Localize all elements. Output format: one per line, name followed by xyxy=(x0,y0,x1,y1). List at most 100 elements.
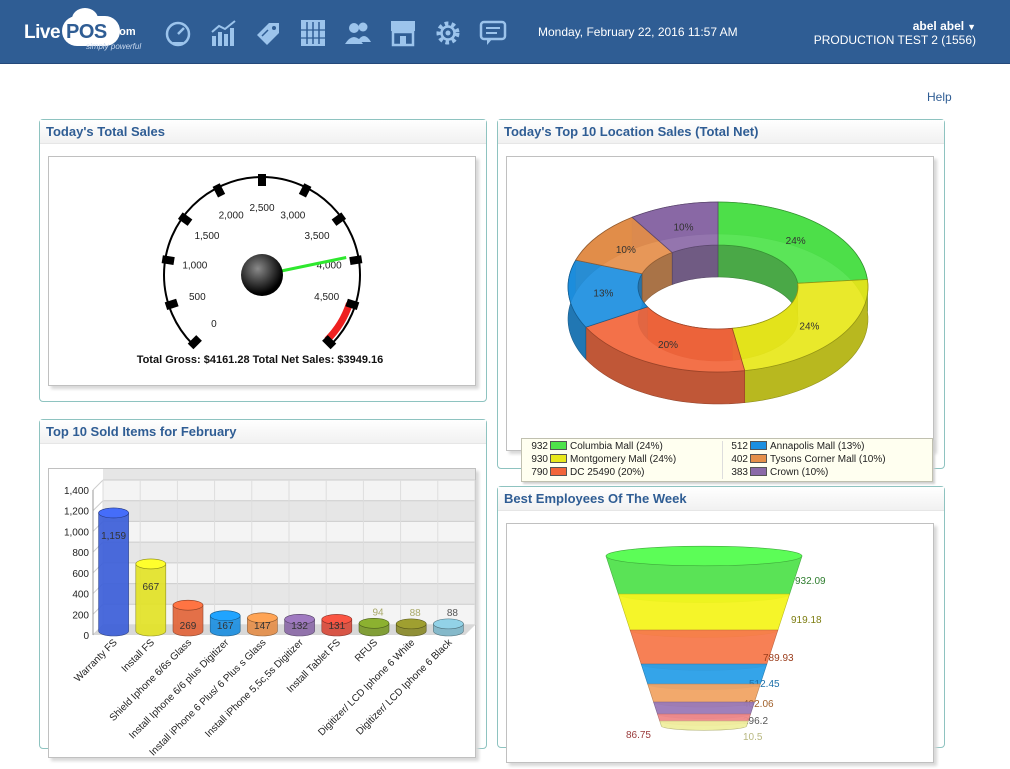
legend-label: Annapolis Mall (13%) xyxy=(770,441,865,452)
legend-swatch xyxy=(550,441,567,450)
pie-slice-inner-wall xyxy=(671,244,719,285)
panel-title: Today's Top 10 Location Sales (Total Net… xyxy=(498,120,944,144)
bar-grid-diag xyxy=(92,500,104,512)
bar-ytick-label: 600 xyxy=(72,569,89,580)
pie-percent-label: 24% xyxy=(786,236,806,247)
bar-value-label: 147 xyxy=(254,621,271,632)
livepos-logo[interactable]: Live POS .com simply powerful xyxy=(24,8,142,51)
panel-top-sold-items: Top 10 Sold Items for February 0 200 400 60… xyxy=(39,419,487,758)
inventory-icon[interactable] xyxy=(298,18,328,48)
gauge-tick xyxy=(298,183,312,198)
bar-cylinder-top xyxy=(395,618,427,630)
funnel-value-label: 789.93 xyxy=(763,653,794,664)
user-menu[interactable]: abel abel ▼ PRODUCTION TEST 2 (1556) xyxy=(814,19,976,47)
panel-best-employees: Best Employees Of The Week 932.09 919.18 7… xyxy=(497,486,945,763)
customers-icon[interactable] xyxy=(343,18,373,48)
bar-grid-diag xyxy=(92,479,104,491)
pie-percent-label: 10% xyxy=(673,222,693,233)
legend-value: 512 xyxy=(731,441,748,452)
legend-swatch xyxy=(750,467,767,476)
bar-cylinder-top xyxy=(358,617,390,629)
gauge-hub xyxy=(241,254,283,296)
legend-item[interactable]: 402 Tysons Corner Mall (10%) xyxy=(726,454,886,467)
gauge-tick-label: 1,500 xyxy=(194,231,219,242)
bar-ytick-label: 1,200 xyxy=(64,507,89,518)
pie-percent-label: 24% xyxy=(799,322,819,333)
bar-svg: 0 200 400 600 800 1,000 1,200 1,400 1,159 Warrant… xyxy=(64,459,476,758)
bar-cylinder-top xyxy=(172,599,204,611)
caret-down-icon: ▼ xyxy=(967,22,976,32)
gauge-tick xyxy=(161,255,175,266)
bar-ytick-label: 0 xyxy=(83,631,89,642)
dashboard-icon[interactable] xyxy=(163,18,193,48)
bar-cylinder-top xyxy=(135,558,167,570)
bar-category-label: Warranty FS xyxy=(73,637,120,684)
legend-label: Columbia Mall (24%) xyxy=(570,441,663,452)
gauge-tick xyxy=(187,335,202,350)
pie-svg: 24% 24% 20% 13% 10% 10% xyxy=(567,201,869,405)
legend-item[interactable]: 932 Columbia Mall (24%) xyxy=(526,441,663,454)
logo-pos-text: POS xyxy=(66,21,107,43)
legend-swatch xyxy=(550,454,567,463)
settings-gear-icon[interactable] xyxy=(433,18,463,48)
employees-funnel-chart: 932.09 919.18 789.93 512.45 402.06 296.2 86.75… xyxy=(506,523,934,763)
reports-chart-icon[interactable] xyxy=(209,18,239,48)
bar-value-label: 94 xyxy=(372,607,384,618)
bar-value-label: 667 xyxy=(142,582,159,593)
legend-item[interactable]: 512 Annapolis Mall (13%) xyxy=(726,441,865,454)
legend-item[interactable]: 383 Crown (10%) xyxy=(726,467,828,480)
bar-category-label: Install FS xyxy=(120,637,157,674)
gauge-tick-label: 3,500 xyxy=(304,231,329,242)
panel-top-location-sales: Today's Top 10 Location Sales (Total Net… xyxy=(497,119,945,482)
legend-label: DC 25490 (20%) xyxy=(570,467,645,478)
bar-value-label: 167 xyxy=(217,621,234,632)
funnel-value-label: 919.18 xyxy=(791,615,822,626)
pie-legend: 932 Columbia Mall (24%) 930 Montgomery Mall… xyxy=(521,438,933,482)
funnel-segment xyxy=(659,720,749,731)
bar-ytick-label: 200 xyxy=(72,610,89,621)
gauge-red-band xyxy=(324,302,353,343)
funnel-svg: 932.09919.18789.93512.45402.06296.286.75… xyxy=(605,545,826,743)
bar-grid-band xyxy=(103,459,475,480)
legend-item[interactable]: 930 Montgomery Mall (24%) xyxy=(526,454,676,467)
gauge-caption: Total Gross: $4161.28 Total Net Sales: $… xyxy=(137,354,384,366)
bar-cylinder-top xyxy=(98,507,129,519)
bar-ytick-label: 800 xyxy=(72,548,89,559)
gauge-tick-label: 2,000 xyxy=(219,210,244,221)
bar-value-label: 88 xyxy=(447,608,459,619)
legend-label: Tysons Corner Mall (10%) xyxy=(770,454,886,465)
legend-item[interactable]: 790 DC 25490 (20%) xyxy=(526,467,644,480)
legend-label: Crown (10%) xyxy=(770,467,829,478)
messages-icon[interactable] xyxy=(478,18,508,48)
store-icon[interactable] xyxy=(388,18,418,48)
gauge-tick xyxy=(349,255,363,266)
gauge-tick xyxy=(331,212,347,226)
gauge-tick-label: 500 xyxy=(189,292,206,303)
gauge-tick xyxy=(345,298,360,311)
bar-ytick-label: 1,000 xyxy=(64,527,89,538)
bar-value-label: 88 xyxy=(410,608,422,619)
logo-live-text: Live xyxy=(24,22,61,43)
legend-swatch xyxy=(550,467,567,476)
user-name: abel abel xyxy=(912,19,965,33)
panel-title: Best Employees Of The Week xyxy=(498,487,944,511)
location-pie-chart: 24% 24% 20% 13% 10% 10% 932 Columbia Mall (24%… xyxy=(506,156,934,482)
legend-value: 383 xyxy=(731,467,748,478)
gauge-tick-label: 1,000 xyxy=(182,260,207,271)
bar-value-label: 1,159 xyxy=(101,531,126,542)
pricing-tag-icon[interactable] xyxy=(253,18,283,48)
bar-value-label: 131 xyxy=(328,621,345,632)
gauge-tick-label: 3,000 xyxy=(280,210,305,221)
items-bar-chart: 0 200 400 600 800 1,000 1,200 1,400 1,159 Warrant… xyxy=(48,459,476,758)
panel-title: Today's Total Sales xyxy=(40,120,486,144)
logo-tagline: simply powerful xyxy=(86,42,142,51)
funnel-value-label: 86.75 xyxy=(626,730,651,741)
bar-cylinder-top xyxy=(433,618,464,630)
gauge-tick-label: 4,500 xyxy=(314,292,339,303)
legend-label: Montgomery Mall (24%) xyxy=(570,454,677,465)
bar-cylinder-top xyxy=(209,610,241,622)
panel-todays-total-sales: Today's Total Sales 0 500 1,000 1,500 2,000 2… xyxy=(39,119,487,402)
bar-cylinder xyxy=(135,563,167,637)
legend-value: 930 xyxy=(531,454,548,465)
help-link[interactable]: Help xyxy=(927,90,952,104)
